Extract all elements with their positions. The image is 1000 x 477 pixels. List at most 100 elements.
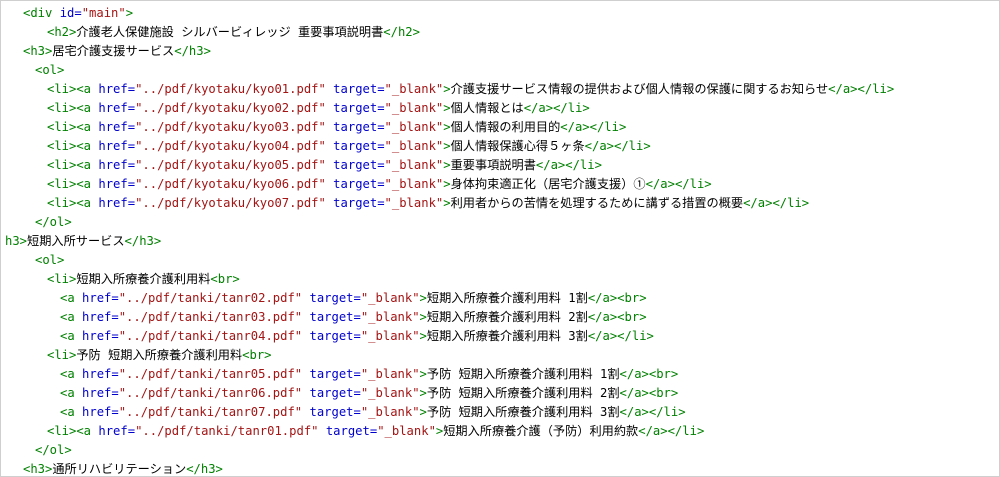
html-tag-token: > bbox=[419, 386, 427, 400]
html-tag-token: </a></li> bbox=[535, 158, 602, 172]
attribute-name-token: target= bbox=[325, 101, 385, 115]
attribute-name-token: href= bbox=[98, 196, 136, 210]
text-content-token: 短期入所サービス bbox=[27, 234, 125, 248]
html-tag-token: <ol> bbox=[35, 253, 65, 267]
code-line: <li><a href="../pdf/kyotaku/kyo01.pdf" t… bbox=[1, 80, 999, 99]
code-line: h3>短期入所サービス</h3> bbox=[1, 232, 999, 251]
html-tag-token: </a></li> bbox=[638, 424, 705, 438]
html-tag-token: > bbox=[443, 196, 451, 210]
attribute-value-token: "../pdf/kyotaku/kyo04.pdf" bbox=[135, 139, 326, 153]
text-content-token: 短期入所療養介護（予防）利用約款 bbox=[443, 424, 639, 438]
attribute-name-token: id= bbox=[59, 6, 82, 20]
text-content-token: 予防 短期入所療養介護利用料 bbox=[76, 348, 243, 362]
text-content-token: 介護支援サービス情報の提供および個人情報の保護に関するお知らせ bbox=[450, 82, 829, 96]
attribute-name-token: target= bbox=[302, 310, 361, 324]
attribute-value-token: "../pdf/tanki/tanr04.pdf" bbox=[118, 329, 303, 343]
attribute-name-token: target= bbox=[302, 386, 361, 400]
html-tag-token: <br> bbox=[210, 272, 240, 286]
html-tag-token: <h2> bbox=[47, 25, 77, 39]
html-tag-token: </a></li> bbox=[743, 196, 810, 210]
code-line: </ol> bbox=[1, 441, 999, 460]
text-content-token: 居宅介護支援サービス bbox=[52, 44, 175, 58]
attribute-name-token: target= bbox=[302, 329, 361, 343]
html-tag-token: </a></li> bbox=[584, 139, 651, 153]
html-tag-token: <a bbox=[60, 405, 83, 419]
attribute-value-token: "../pdf/kyotaku/kyo03.pdf" bbox=[135, 120, 326, 134]
html-tag-token: > bbox=[419, 367, 427, 381]
text-content-token: 短期入所療養介護利用料 2割 bbox=[426, 310, 588, 324]
html-tag-token: </a><br> bbox=[619, 367, 679, 381]
html-tag-token: > bbox=[125, 6, 134, 20]
attribute-name-token: href= bbox=[98, 158, 136, 172]
attribute-name-token: href= bbox=[98, 101, 136, 115]
code-line: <li><a href="../pdf/kyotaku/kyo03.pdf" t… bbox=[1, 118, 999, 137]
attribute-name-token: target= bbox=[325, 120, 385, 134]
html-tag-token: <li> bbox=[47, 348, 77, 362]
attribute-value-token: "../pdf/kyotaku/kyo01.pdf" bbox=[135, 82, 326, 96]
code-line: <a href="../pdf/tanki/tanr04.pdf" target… bbox=[1, 327, 999, 346]
code-line: <a href="../pdf/tanki/tanr06.pdf" target… bbox=[1, 384, 999, 403]
attribute-value-token: "../pdf/tanki/tanr03.pdf" bbox=[118, 310, 303, 324]
html-tag-token: </a></li> bbox=[645, 177, 712, 191]
code-line: <li>予防 短期入所療養介護利用料<br> bbox=[1, 346, 999, 365]
html-tag-token: <div bbox=[23, 6, 60, 20]
code-line: <ol> bbox=[1, 251, 999, 270]
code-line: <div id="main"> bbox=[1, 4, 999, 23]
attribute-name-token: href= bbox=[98, 120, 136, 134]
attribute-value-token: "_blank" bbox=[377, 424, 436, 438]
html-tag-token: > bbox=[443, 177, 451, 191]
code-line: <li><a href="../pdf/kyotaku/kyo07.pdf" t… bbox=[1, 194, 999, 213]
attribute-value-token: "_blank" bbox=[360, 329, 420, 343]
text-content-token: 予防 短期入所療養介護利用料 3割 bbox=[426, 405, 620, 419]
html-tag-token: <li><a bbox=[47, 424, 99, 438]
html-source-code-view: <div id="main"> <h2>介護老人保健施設 シルバービィレッジ 重要… bbox=[1, 4, 999, 476]
attribute-value-token: "_blank" bbox=[384, 120, 444, 134]
attribute-value-token: "../pdf/tanki/tanr05.pdf" bbox=[118, 367, 303, 381]
attribute-value-token: "../pdf/tanki/tanr06.pdf" bbox=[118, 386, 303, 400]
text-content-token: 予防 短期入所療養介護利用料 1割 bbox=[426, 367, 620, 381]
code-line: <li><a href="../pdf/tanki/tanr01.pdf" ta… bbox=[1, 422, 999, 441]
text-content-token: 短期入所療養介護利用料 1割 bbox=[426, 291, 588, 305]
code-line: <li><a href="../pdf/kyotaku/kyo04.pdf" t… bbox=[1, 137, 999, 156]
html-tag-token: </a></li> bbox=[523, 101, 590, 115]
attribute-value-token: "_blank" bbox=[384, 158, 444, 172]
html-tag-token: </a></li> bbox=[587, 329, 654, 343]
attribute-value-token: "../pdf/tanki/tanr01.pdf" bbox=[135, 424, 319, 438]
code-line: <a href="../pdf/tanki/tanr03.pdf" target… bbox=[1, 308, 999, 327]
attribute-name-token: target= bbox=[302, 405, 361, 419]
code-line: <h3>通所リハビリテーション</h3> bbox=[1, 460, 999, 476]
code-line: <ol> bbox=[1, 61, 999, 80]
code-screenshot-frame: <div id="main"> <h2>介護老人保健施設 シルバービィレッジ 重要… bbox=[0, 0, 1000, 477]
attribute-value-token: "_blank" bbox=[384, 139, 444, 153]
attribute-name-token: href= bbox=[82, 291, 119, 305]
html-tag-token: <h3> bbox=[23, 462, 53, 476]
attribute-name-token: href= bbox=[82, 367, 119, 381]
html-tag-token: <li><a bbox=[47, 120, 99, 134]
html-tag-token: > bbox=[419, 310, 427, 324]
html-tag-token: > bbox=[443, 158, 451, 172]
attribute-name-token: href= bbox=[98, 82, 136, 96]
attribute-name-token: href= bbox=[82, 405, 119, 419]
text-content-token: 個人情報の利用目的 bbox=[450, 120, 561, 134]
html-tag-token: <a bbox=[60, 386, 83, 400]
text-content-token: 予防 短期入所療養介護利用料 2割 bbox=[426, 386, 620, 400]
html-tag-token: > bbox=[443, 120, 451, 134]
attribute-name-token: target= bbox=[325, 177, 385, 191]
html-tag-token: <a bbox=[60, 367, 83, 381]
attribute-value-token: "main" bbox=[81, 6, 126, 20]
code-line: <h3>居宅介護支援サービス</h3> bbox=[1, 42, 999, 61]
attribute-name-token: target= bbox=[302, 367, 361, 381]
attribute-value-token: "../pdf/kyotaku/kyo06.pdf" bbox=[135, 177, 326, 191]
code-line: <li><a href="../pdf/kyotaku/kyo05.pdf" t… bbox=[1, 156, 999, 175]
html-tag-token: <li> bbox=[47, 272, 77, 286]
attribute-name-token: href= bbox=[98, 139, 136, 153]
html-tag-token: <li><a bbox=[47, 101, 99, 115]
text-content-token: 介護老人保健施設 シルバービィレッジ 重要事項説明書 bbox=[76, 25, 384, 39]
html-tag-token: h3> bbox=[5, 234, 28, 248]
html-tag-token: > bbox=[443, 139, 451, 153]
attribute-value-token: "_blank" bbox=[384, 196, 444, 210]
attribute-name-token: href= bbox=[82, 310, 119, 324]
html-tag-token: <li><a bbox=[47, 139, 99, 153]
attribute-value-token: "_blank" bbox=[384, 101, 444, 115]
attribute-name-token: target= bbox=[318, 424, 378, 438]
